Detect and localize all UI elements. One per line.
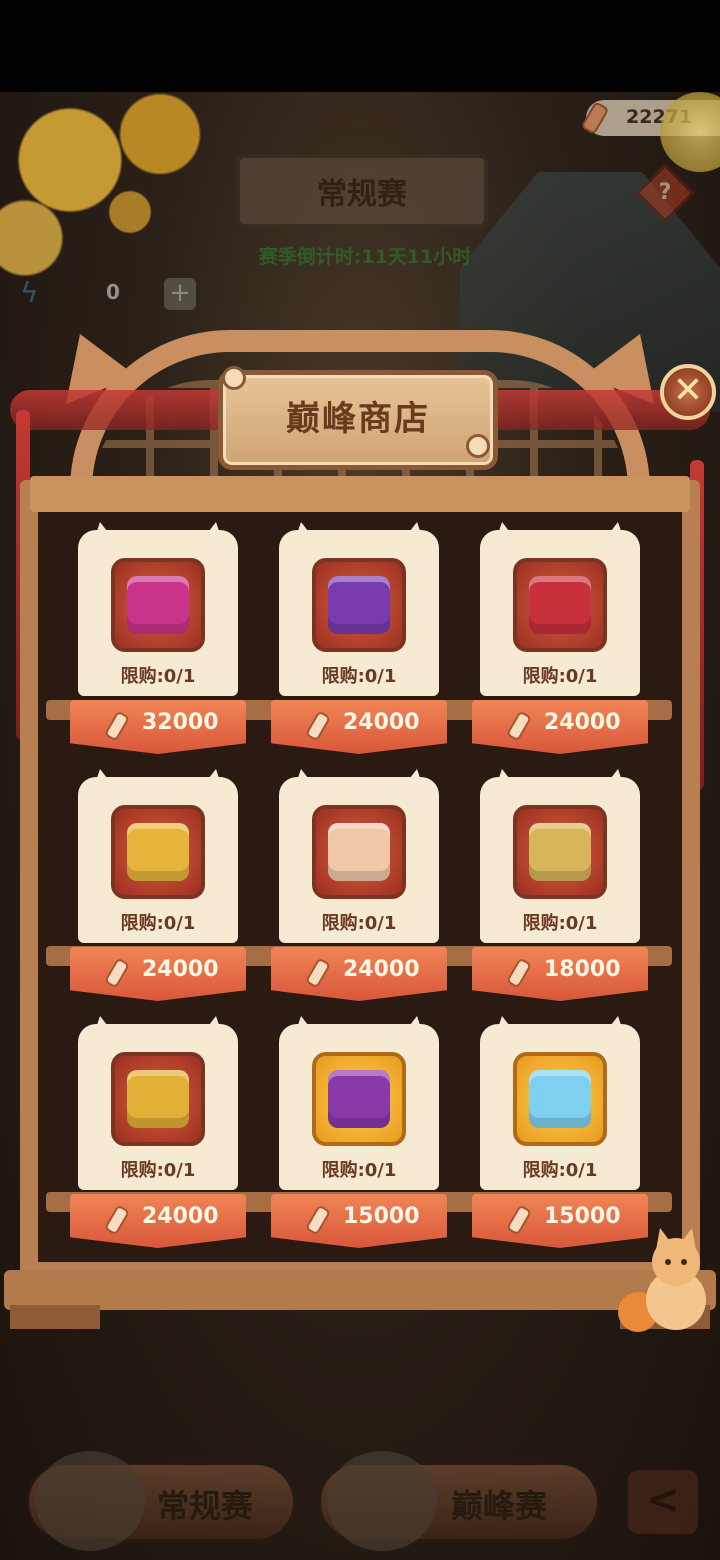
buy-button[interactable]: 15000 bbox=[271, 1194, 447, 1248]
purchase-limit: 限购:0/1 bbox=[522, 666, 598, 687]
token-icon bbox=[306, 712, 330, 740]
purchase-limit: 限购:0/1 bbox=[120, 913, 196, 934]
token-icon bbox=[507, 1206, 531, 1234]
purple-gold-chest-icon bbox=[328, 576, 390, 634]
buy-button[interactable]: 24000 bbox=[70, 1194, 246, 1248]
jade-gold-chest-icon bbox=[529, 823, 591, 881]
paw-icon bbox=[466, 434, 490, 458]
item-thumbnail bbox=[111, 805, 205, 899]
tab-regular-label: 常规赛 bbox=[157, 1487, 254, 1525]
paw-icon bbox=[222, 366, 246, 390]
token-icon bbox=[105, 959, 129, 987]
buy-button[interactable]: 24000 bbox=[271, 700, 447, 754]
buy-button[interactable]: 24000 bbox=[271, 947, 447, 1001]
buy-button[interactable]: 24000 bbox=[472, 700, 648, 754]
buy-button[interactable]: 18000 bbox=[472, 947, 648, 1001]
item-thumbnail bbox=[312, 1052, 406, 1146]
purchase-limit: 限购:0/1 bbox=[522, 913, 598, 934]
back-button[interactable]: < bbox=[628, 1470, 698, 1534]
gold-jewel-chest-icon bbox=[127, 1070, 189, 1128]
frame-top-beam bbox=[30, 476, 690, 512]
token-icon bbox=[105, 712, 129, 740]
item-thumbnail bbox=[111, 1052, 205, 1146]
tab-peak-label: 巅峰赛 bbox=[451, 1487, 548, 1525]
gold-winged-chest-icon bbox=[328, 823, 390, 881]
token-icon bbox=[306, 1206, 330, 1234]
purple-gold-chest-icon bbox=[127, 576, 189, 634]
item-price: 15000 bbox=[343, 1204, 420, 1229]
tab-regular[interactable]: 常规赛 bbox=[26, 1451, 296, 1551]
token-icon bbox=[507, 712, 531, 740]
purchase-limit: 限购:0/1 bbox=[321, 1160, 397, 1181]
item-price: 24000 bbox=[142, 1204, 219, 1229]
mode-title: 巅峰之战 bbox=[315, 104, 404, 129]
season-countdown: 赛季倒计时:11天11小时 bbox=[258, 246, 472, 268]
shop-item-card[interactable]: 限购:0/1 bbox=[279, 1016, 439, 1190]
help-icon: ? bbox=[658, 180, 672, 205]
shop-item-card[interactable]: 限购:0/1 bbox=[279, 769, 439, 943]
item-price: 24000 bbox=[544, 710, 621, 735]
shop-item-card[interactable]: 限购:0/1 bbox=[480, 769, 640, 943]
close-button[interactable]: ✕ bbox=[660, 364, 716, 420]
league-select-button[interactable]: 常规赛 bbox=[236, 154, 488, 228]
energy-counter: ϟ 0 + bbox=[20, 276, 196, 312]
shop-item-card[interactable]: 限购:0/1 bbox=[78, 769, 238, 943]
purchase-limit: 限购:0/1 bbox=[522, 1160, 598, 1181]
cat-avatar-icon bbox=[327, 1451, 437, 1551]
energy-value: 0 bbox=[106, 280, 120, 304]
item-thumbnail bbox=[513, 558, 607, 652]
shop-title-sign: 巅峰商店 bbox=[218, 370, 498, 470]
buy-button[interactable]: 32000 bbox=[70, 700, 246, 754]
shop-item-card[interactable]: 限购:0/1 bbox=[78, 522, 238, 696]
bottom-tab-bar: 常规赛 巅峰赛 < bbox=[0, 1440, 720, 1560]
shop-title: 巅峰商店 bbox=[286, 399, 430, 439]
red-scroll-artifact-icon bbox=[529, 576, 591, 634]
status-bar bbox=[0, 0, 720, 92]
shop-item-card[interactable]: 限购:0/1 bbox=[480, 522, 640, 696]
purchase-limit: 限购:0/1 bbox=[120, 666, 196, 687]
token-icon bbox=[507, 959, 531, 987]
shop-item-card[interactable]: 限购:0/1 bbox=[279, 522, 439, 696]
token-icon bbox=[582, 102, 608, 134]
lightning-icon: ϟ bbox=[20, 276, 39, 309]
item-thumbnail bbox=[513, 805, 607, 899]
purchase-limit: 限购:0/1 bbox=[321, 913, 397, 934]
item-thumbnail bbox=[513, 1052, 607, 1146]
item-price: 24000 bbox=[343, 957, 420, 982]
tab-peak[interactable]: 巅峰赛 bbox=[318, 1451, 600, 1551]
cat-mascot-icon bbox=[618, 1228, 706, 1332]
buy-button[interactable]: 24000 bbox=[70, 947, 246, 1001]
shop-item-grid: 限购:0/1 32000 限购:0/1 24000 限购:0/1 24000 限购:0/1 2… bbox=[70, 522, 650, 1270]
frame-foot-left bbox=[10, 1305, 100, 1329]
item-price: 18000 bbox=[544, 957, 621, 982]
gold-jewel-chest-icon bbox=[127, 823, 189, 881]
purple-jewel-chest-icon bbox=[328, 1070, 390, 1128]
shop-item-card[interactable]: 限购:0/1 bbox=[78, 1016, 238, 1190]
item-price: 24000 bbox=[343, 710, 420, 735]
ice-chest-icon bbox=[529, 1070, 591, 1128]
item-price: 24000 bbox=[142, 957, 219, 982]
token-icon bbox=[105, 1206, 129, 1234]
shop-item-card[interactable]: 限购:0/1 bbox=[480, 1016, 640, 1190]
token-icon bbox=[306, 959, 330, 987]
purchase-limit: 限购:0/1 bbox=[321, 666, 397, 687]
add-energy-button[interactable]: + bbox=[164, 278, 196, 310]
purchase-limit: 限购:0/1 bbox=[120, 1160, 196, 1181]
item-thumbnail bbox=[111, 558, 205, 652]
item-thumbnail bbox=[312, 805, 406, 899]
cat-avatar-icon bbox=[35, 1451, 145, 1551]
item-price: 32000 bbox=[142, 710, 219, 735]
item-thumbnail bbox=[312, 558, 406, 652]
